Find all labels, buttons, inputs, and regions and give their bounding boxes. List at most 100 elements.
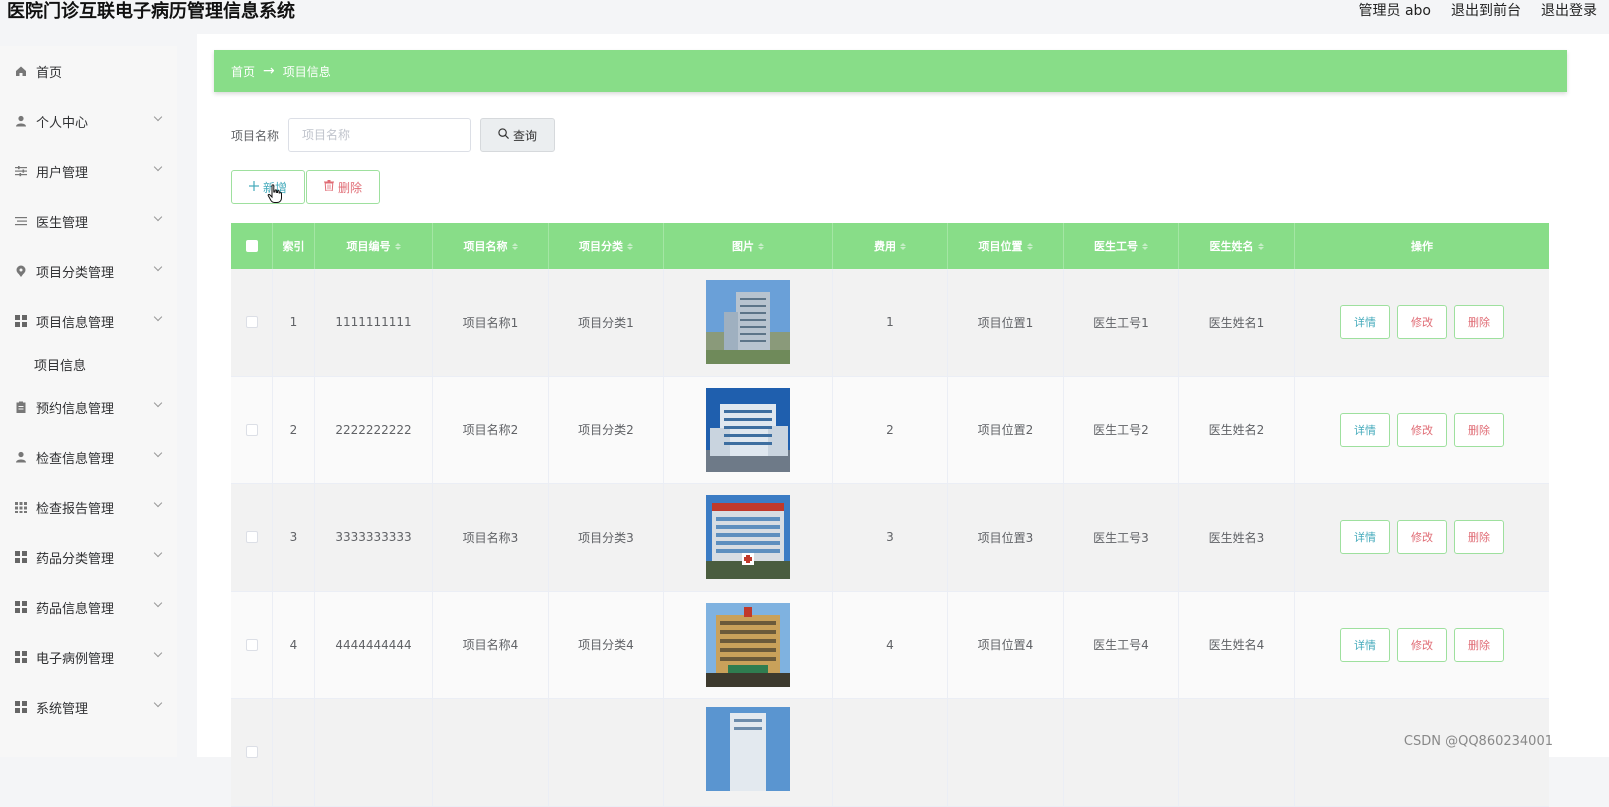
cell-code: 2222222222: [315, 377, 433, 484]
sidebar-item-system[interactable]: 系统管理: [0, 682, 177, 732]
project-image[interactable]: [706, 495, 790, 579]
watermark: CSDN @QQ860234001: [1404, 734, 1553, 749]
column-header[interactable]: 医生姓名: [1179, 223, 1295, 269]
sidebar-item-project-info[interactable]: 项目信息管理: [0, 296, 177, 346]
search-button-label: 查询: [513, 127, 537, 144]
delete-button[interactable]: 删除: [1454, 413, 1504, 447]
row-checkbox[interactable]: [246, 424, 258, 436]
edit-button[interactable]: 修改: [1397, 305, 1447, 339]
column-header[interactable]: 项目分类: [549, 223, 664, 269]
cell-location: [948, 699, 1064, 806]
list-icon: [14, 214, 28, 228]
column-header[interactable]: 项目名称: [433, 223, 549, 269]
sort-icon[interactable]: [395, 243, 401, 250]
breadcrumb-home[interactable]: 首页: [231, 63, 255, 80]
cell-category: [549, 699, 664, 806]
delete-button[interactable]: 删除: [1454, 520, 1504, 554]
column-header[interactable]: 图片: [664, 223, 833, 269]
cell-index: 1: [273, 269, 315, 376]
detail-button[interactable]: 详情: [1340, 305, 1390, 339]
batch-delete-button[interactable]: 删除: [306, 170, 380, 204]
edit-button[interactable]: 修改: [1397, 413, 1447, 447]
sidebar-subitem-project-info[interactable]: 项目信息: [0, 346, 177, 382]
sort-icon[interactable]: [1142, 243, 1148, 250]
sidebar-item-personal[interactable]: 个人中心: [0, 96, 177, 146]
sort-icon[interactable]: [1027, 243, 1033, 250]
sidebar-item-exam-info[interactable]: 检查信息管理: [0, 432, 177, 482]
sidebar-item-home[interactable]: 首页: [0, 46, 177, 96]
cell-fee: 1: [833, 269, 948, 376]
row-checkbox[interactable]: [246, 746, 258, 758]
row-checkbox[interactable]: [246, 639, 258, 651]
search-label: 项目名称: [231, 127, 279, 144]
hand-pointer-icon: [267, 184, 283, 204]
search-button[interactable]: 查询: [480, 118, 555, 152]
sidebar-item-doctors[interactable]: 医生管理: [0, 196, 177, 246]
sort-icon[interactable]: [512, 243, 518, 250]
sidebar-item-label: 用户管理: [36, 162, 88, 181]
to-front-link[interactable]: 退出到前台: [1451, 0, 1521, 20]
cell-category: 项目分类4: [549, 592, 664, 699]
column-header-label: 操作: [1411, 238, 1433, 254]
sidebar-item-emr[interactable]: 电子病例管理: [0, 632, 177, 682]
cell-fee: 3: [833, 484, 948, 591]
detail-button[interactable]: 详情: [1340, 628, 1390, 662]
delete-button[interactable]: 删除: [1454, 628, 1504, 662]
project-image[interactable]: [706, 707, 790, 791]
cell-doctor-name: 医生姓名3: [1179, 484, 1295, 591]
edit-button[interactable]: 修改: [1397, 628, 1447, 662]
project-image[interactable]: [706, 603, 790, 687]
delete-button[interactable]: 删除: [1454, 305, 1504, 339]
column-header-label: 索引: [283, 238, 305, 254]
sort-icon[interactable]: [900, 243, 906, 250]
sidebar-item-project-category[interactable]: 项目分类管理: [0, 246, 177, 296]
sort-icon[interactable]: [758, 243, 764, 250]
search-input[interactable]: [288, 118, 471, 152]
cell-fee: 2: [833, 377, 948, 484]
batch-delete-label: 删除: [338, 179, 362, 196]
sort-icon[interactable]: [627, 243, 633, 250]
column-header[interactable]: 项目编号: [315, 223, 433, 269]
column-header-label: 项目名称: [464, 238, 508, 254]
sidebar-item-label: 预约信息管理: [36, 398, 114, 417]
logout-link[interactable]: 退出登录: [1541, 0, 1597, 20]
project-image[interactable]: [706, 388, 790, 472]
project-image[interactable]: [706, 280, 790, 364]
trash-icon: [324, 180, 334, 194]
sidebar-item-exam-report[interactable]: 检查报告管理: [0, 482, 177, 532]
cell-index: 3: [273, 484, 315, 591]
cell-category: 项目分类1: [549, 269, 664, 376]
detail-button[interactable]: 详情: [1340, 520, 1390, 554]
column-header[interactable]: 费用: [833, 223, 948, 269]
row-checkbox[interactable]: [246, 316, 258, 328]
column-header-label: 图片: [732, 238, 754, 254]
sidebar-item-drug-info[interactable]: 药品信息管理: [0, 582, 177, 632]
select-all-checkbox[interactable]: [246, 240, 258, 252]
row-checkbox[interactable]: [246, 531, 258, 543]
sliders-icon: [14, 164, 28, 178]
map-pin-icon: [14, 264, 28, 278]
sidebar-item-label: 检查信息管理: [36, 448, 114, 467]
sidebar-item-drug-category[interactable]: 药品分类管理: [0, 532, 177, 582]
cell-index: [273, 699, 315, 806]
row-select-cell: [231, 377, 273, 484]
detail-button[interactable]: 详情: [1340, 413, 1390, 447]
cell-doctor-name: 医生姓名1: [1179, 269, 1295, 376]
sidebar-item-label: 项目分类管理: [36, 262, 114, 281]
cell-name: 项目名称2: [433, 377, 549, 484]
cell-image: [664, 484, 833, 591]
edit-button[interactable]: 修改: [1397, 520, 1447, 554]
sidebar-item-users[interactable]: 用户管理: [0, 146, 177, 196]
row-select-cell: [231, 269, 273, 376]
search-icon: [498, 128, 509, 142]
table-row: 1 1111111111 项目名称1 项目分类1 1 项目位置1 医生工号1 医…: [231, 269, 1549, 377]
column-header[interactable]: 项目位置: [948, 223, 1064, 269]
sidebar-item-label: 首页: [36, 62, 62, 81]
column-header[interactable]: 医生工号: [1064, 223, 1179, 269]
cell-image: [664, 592, 833, 699]
cell-doctor-no: [1064, 699, 1179, 806]
sort-icon[interactable]: [1258, 243, 1264, 250]
sidebar-item-appointments[interactable]: 预约信息管理: [0, 382, 177, 432]
plus-icon: [249, 180, 259, 194]
clipboard-icon: [14, 400, 28, 414]
